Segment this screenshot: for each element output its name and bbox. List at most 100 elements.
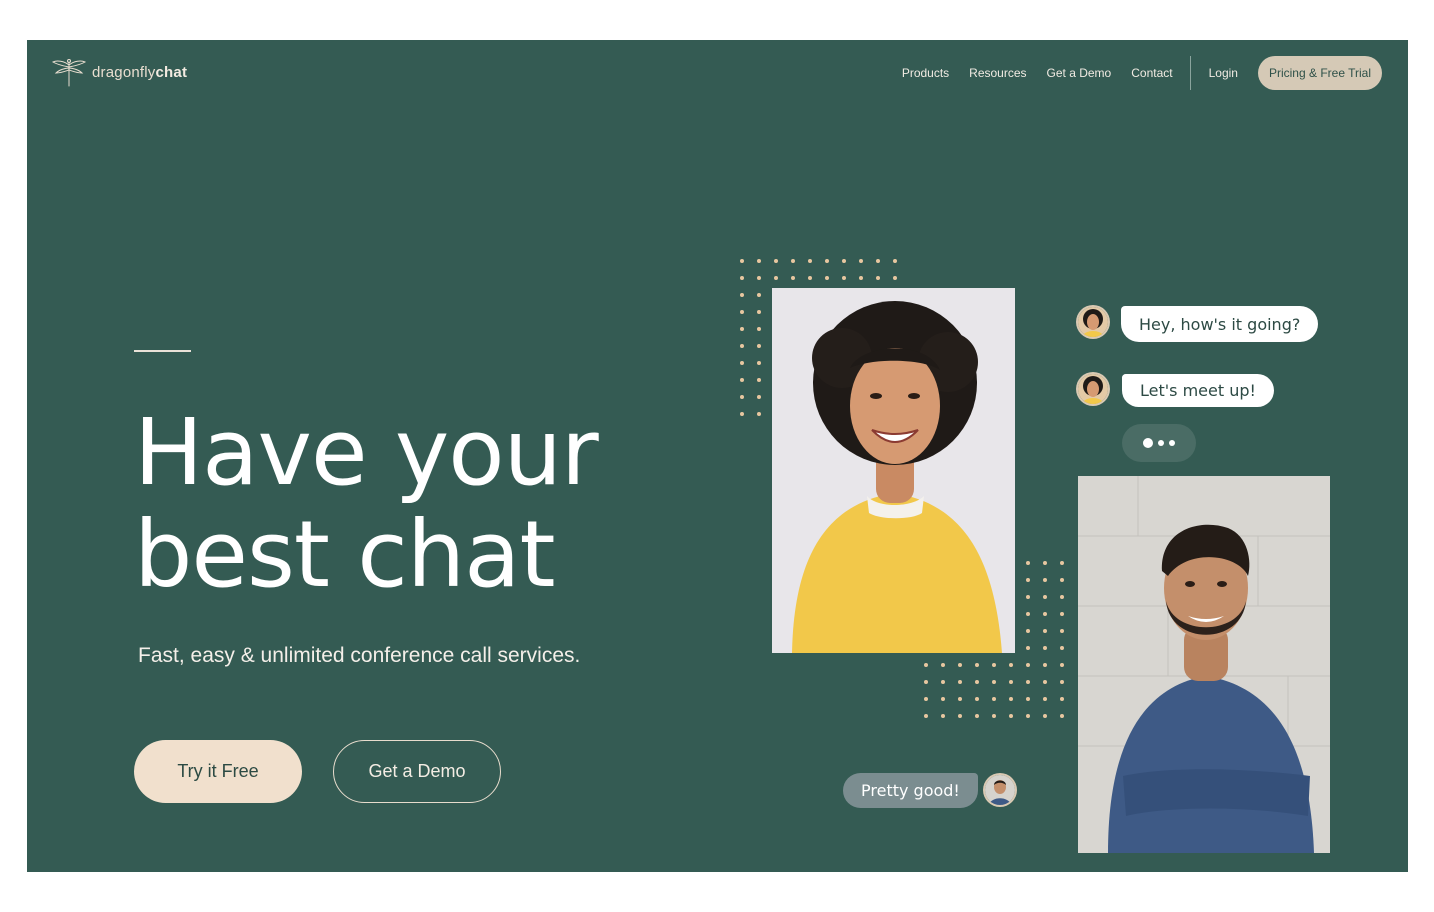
dot — [992, 663, 996, 667]
typing-dot-icon — [1169, 440, 1175, 446]
hero-headline: Have your best chat — [134, 402, 599, 606]
dot — [975, 714, 979, 718]
dot — [924, 663, 928, 667]
dot — [740, 310, 744, 314]
dot — [941, 714, 945, 718]
nav-item-get-a-demo[interactable]: Get a Demo — [1047, 66, 1112, 80]
dot — [1060, 646, 1064, 650]
dot — [1026, 612, 1030, 616]
chat-message-2: Let's meet up! — [1122, 374, 1274, 407]
dot — [941, 697, 945, 701]
dot — [808, 259, 812, 263]
get-a-demo-button[interactable]: Get a Demo — [333, 740, 501, 803]
dot — [1043, 595, 1047, 599]
avatar-woman — [1078, 307, 1108, 337]
dot — [740, 412, 744, 416]
dot — [1043, 578, 1047, 582]
dot — [842, 276, 846, 280]
man-portrait-photo — [1078, 476, 1330, 853]
login-link[interactable]: Login — [1209, 66, 1238, 80]
dot — [924, 680, 928, 684]
dot — [975, 680, 979, 684]
dot — [1060, 578, 1064, 582]
dot — [757, 412, 761, 416]
dot — [924, 697, 928, 701]
dot — [1043, 663, 1047, 667]
dot — [941, 663, 945, 667]
dot — [1009, 680, 1013, 684]
dot — [876, 259, 880, 263]
dot — [1060, 714, 1064, 718]
dot — [958, 714, 962, 718]
dot — [992, 714, 996, 718]
dot — [757, 344, 761, 348]
dot — [1043, 697, 1047, 701]
dot — [757, 327, 761, 331]
dot — [740, 378, 744, 382]
dot — [808, 276, 812, 280]
dot — [1026, 578, 1030, 582]
dot — [941, 680, 945, 684]
dragonfly-logo-icon — [52, 59, 86, 87]
dot — [757, 259, 761, 263]
dot — [1043, 680, 1047, 684]
dot — [740, 327, 744, 331]
nav-divider — [1189, 56, 1191, 90]
dot — [1060, 595, 1064, 599]
dot — [1060, 680, 1064, 684]
dot — [1026, 714, 1030, 718]
dot — [859, 259, 863, 263]
dot — [1043, 629, 1047, 633]
logo-wordmark: dragonflychat — [92, 64, 187, 81]
dot — [1060, 629, 1064, 633]
dot — [1060, 561, 1064, 565]
dot — [740, 361, 744, 365]
avatar-man — [985, 775, 1015, 805]
dot — [1026, 680, 1030, 684]
dot — [1043, 612, 1047, 616]
dot — [1026, 595, 1030, 599]
dot — [876, 276, 880, 280]
dot — [1026, 629, 1030, 633]
dot — [757, 378, 761, 382]
dot — [975, 697, 979, 701]
dot — [740, 344, 744, 348]
dot — [740, 395, 744, 399]
chat-reply: Pretty good! — [843, 773, 978, 808]
dot — [893, 259, 897, 263]
brand-logo[interactable]: dragonflychat — [52, 56, 187, 88]
chat-message-1: Hey, how's it going? — [1121, 306, 1319, 342]
avatar-woman-2 — [1078, 374, 1108, 404]
dot — [1009, 663, 1013, 667]
dot — [992, 697, 996, 701]
dot — [774, 276, 778, 280]
dot — [842, 259, 846, 263]
dot — [893, 276, 897, 280]
nav-item-products[interactable]: Products — [902, 66, 949, 80]
accent-divider — [134, 350, 191, 352]
hero-subtitle: Fast, easy & unlimited conference call s… — [138, 644, 581, 667]
dot — [1043, 714, 1047, 718]
dot — [958, 663, 962, 667]
dot — [958, 680, 962, 684]
dot — [859, 276, 863, 280]
dot — [924, 714, 928, 718]
nav-item-contact[interactable]: Contact — [1131, 66, 1172, 80]
dot — [757, 293, 761, 297]
typing-dot-icon — [1158, 440, 1164, 446]
pricing-free-trial-button[interactable]: Pricing & Free Trial — [1257, 56, 1382, 90]
woman-portrait-photo — [772, 288, 1015, 653]
dot — [1060, 612, 1064, 616]
dot — [740, 293, 744, 297]
hero-section: dragonflychat Products Resources Get a D… — [27, 40, 1408, 872]
nav-item-resources[interactable]: Resources — [969, 66, 1026, 80]
dot — [1026, 646, 1030, 650]
logo-text-bold: chat — [155, 63, 188, 81]
dot — [958, 697, 962, 701]
dot — [757, 395, 761, 399]
dot — [757, 310, 761, 314]
dot — [1009, 697, 1013, 701]
dot — [825, 259, 829, 263]
try-it-free-button[interactable]: Try it Free — [134, 740, 302, 803]
dot — [1043, 646, 1047, 650]
